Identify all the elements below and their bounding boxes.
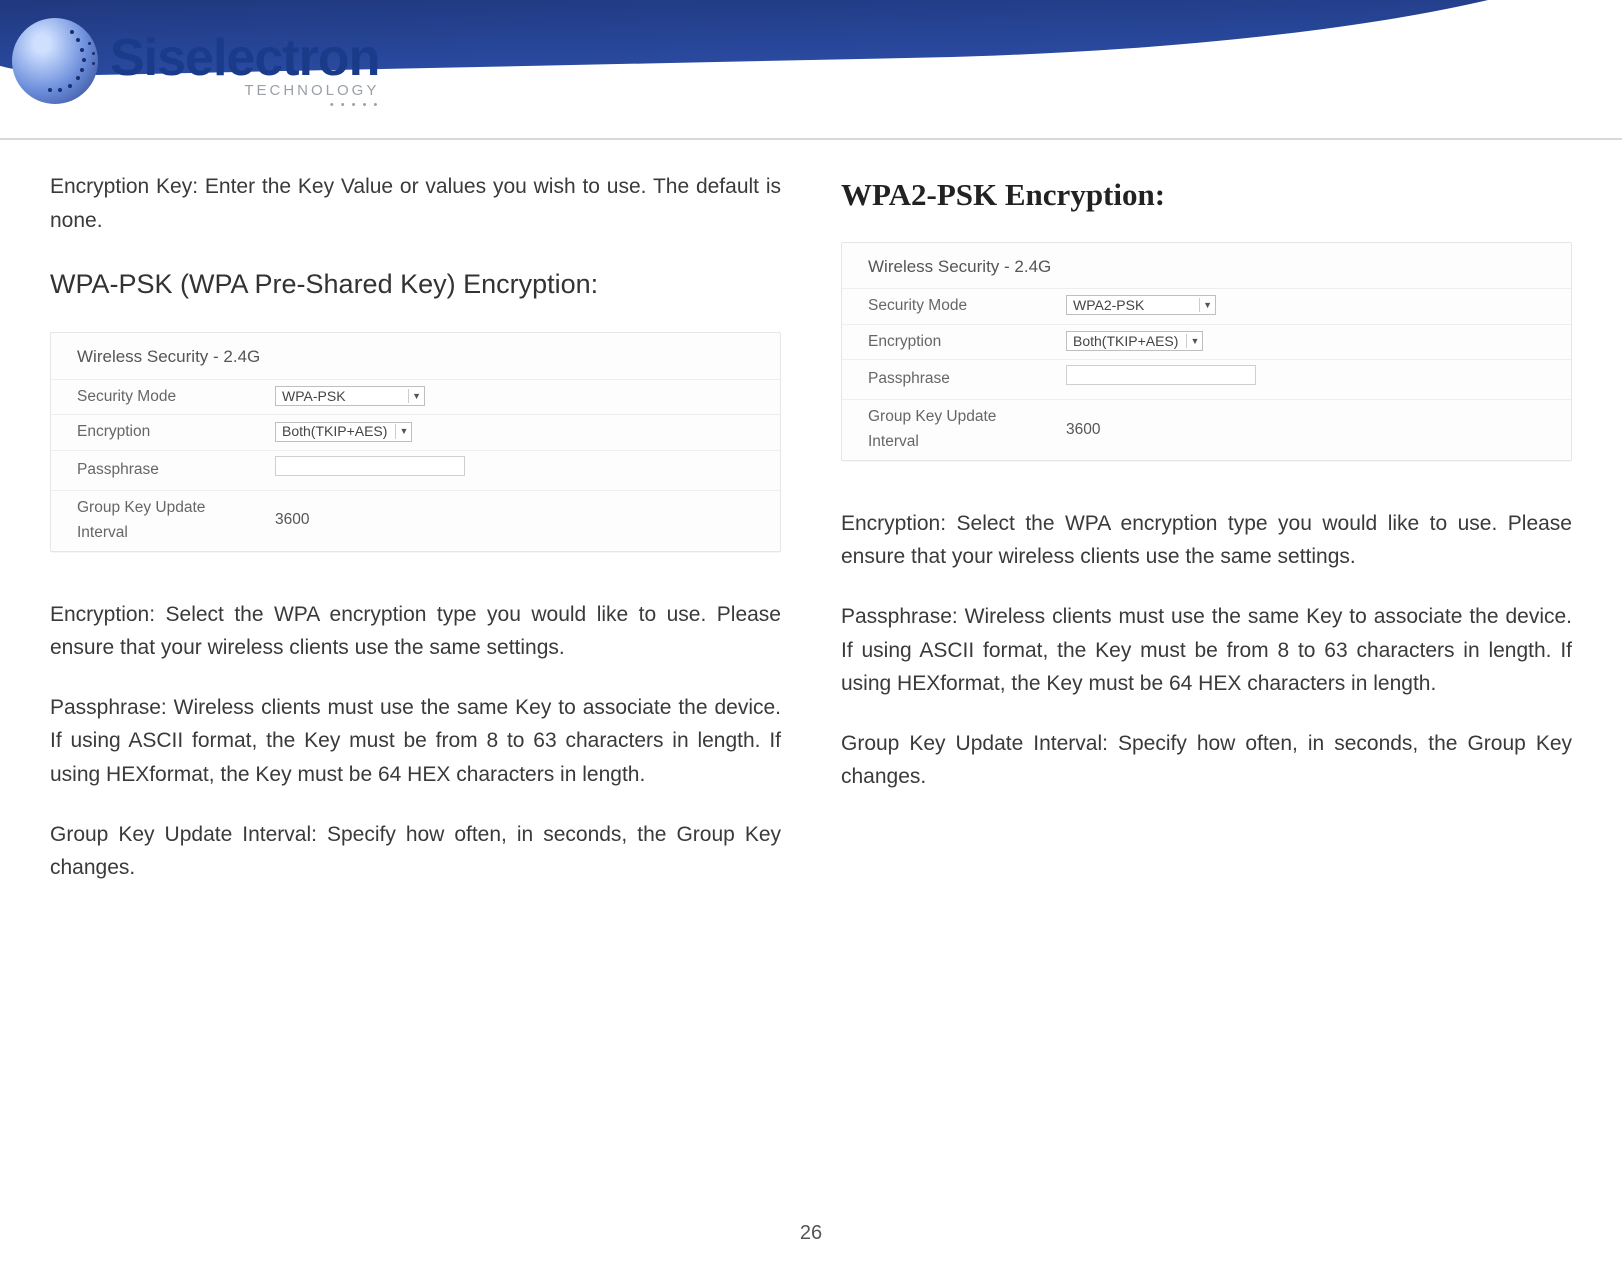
brand-logo: Siselectron TECHNOLOGY • • • • •	[12, 10, 379, 111]
table-row: Security Mode WPA2-PSK ▼	[842, 288, 1571, 324]
gkui-paragraph: Group Key Update Interval: Specify how o…	[841, 727, 1572, 794]
row-label: Encryption	[842, 324, 1052, 360]
passphrase-input[interactable]	[1066, 365, 1256, 385]
page-number: 26	[0, 1222, 1622, 1245]
left-column: Encryption Key: Enter the Key Value or v…	[50, 170, 781, 911]
wpa-psk-heading: WPA-PSK (WPA Pre-Shared Key) Encryption:	[50, 263, 781, 306]
wpa2-psk-heading: WPA2-PSK Encryption:	[841, 170, 1572, 220]
row-label: Encryption	[51, 415, 261, 451]
row-label: Passphrase	[51, 451, 261, 491]
select-value: WPA2-PSK	[1073, 294, 1144, 316]
settings-table: Security Mode WPA2-PSK ▼ Encryption	[842, 288, 1571, 460]
gkui-value: 3600	[1052, 400, 1571, 460]
settings-table: Security Mode WPA-PSK ▼ Encryption	[51, 379, 780, 551]
intro-paragraph: Encryption Key: Enter the Key Value or v…	[50, 170, 781, 237]
select-value: WPA-PSK	[282, 385, 346, 407]
content-area: Encryption Key: Enter the Key Value or v…	[0, 140, 1622, 911]
chevron-down-icon: ▼	[395, 424, 408, 438]
passphrase-paragraph: Passphrase: Wireless clients must use th…	[50, 691, 781, 792]
right-column: WPA2-PSK Encryption: Wireless Security -…	[841, 170, 1572, 911]
row-label: Security Mode	[51, 379, 261, 415]
document-page: Siselectron TECHNOLOGY • • • • • Encrypt…	[0, 0, 1622, 1271]
encryption-paragraph: Encryption: Select the WPA encryption ty…	[50, 598, 781, 665]
brand-name: Siselectron	[110, 28, 379, 88]
gkui-value: 3600	[261, 490, 780, 550]
wpa2-psk-screenshot: Wireless Security - 2.4G Security Mode W…	[841, 242, 1572, 461]
chevron-down-icon: ▼	[1186, 334, 1199, 348]
gkui-paragraph: Group Key Update Interval: Specify how o…	[50, 818, 781, 885]
wpa-psk-screenshot: Wireless Security - 2.4G Security Mode W…	[50, 332, 781, 551]
passphrase-input[interactable]	[275, 456, 465, 476]
table-row: Encryption Both(TKIP+AES) ▼	[842, 324, 1571, 360]
select-value: Both(TKIP+AES)	[282, 420, 387, 442]
table-row: Security Mode WPA-PSK ▼	[51, 379, 780, 415]
security-mode-select[interactable]: WPA2-PSK ▼	[1066, 295, 1216, 315]
table-row: Group Key Update Interval 3600	[51, 490, 780, 550]
table-row: Group Key Update Interval 3600	[842, 400, 1571, 460]
table-row: Passphrase	[51, 451, 780, 491]
encryption-select[interactable]: Both(TKIP+AES) ▼	[1066, 331, 1203, 351]
select-value: Both(TKIP+AES)	[1073, 330, 1178, 352]
row-label: Passphrase	[842, 360, 1052, 400]
encryption-paragraph: Encryption: Select the WPA encryption ty…	[841, 507, 1572, 574]
header-banner: Siselectron TECHNOLOGY • • • • •	[0, 0, 1622, 140]
table-row: Encryption Both(TKIP+AES) ▼	[51, 415, 780, 451]
globe-icon	[12, 18, 98, 104]
row-label: Group Key Update Interval	[842, 400, 1052, 460]
encryption-select[interactable]: Both(TKIP+AES) ▼	[275, 422, 412, 442]
passphrase-paragraph: Passphrase: Wireless clients must use th…	[841, 600, 1572, 701]
brand-dots: • • • • •	[110, 99, 379, 111]
shot-title: Wireless Security - 2.4G	[51, 333, 780, 378]
shot-title: Wireless Security - 2.4G	[842, 243, 1571, 288]
row-label: Group Key Update Interval	[51, 490, 261, 550]
security-mode-select[interactable]: WPA-PSK ▼	[275, 386, 425, 406]
chevron-down-icon: ▼	[1199, 298, 1212, 312]
row-label: Security Mode	[842, 288, 1052, 324]
chevron-down-icon: ▼	[408, 389, 421, 403]
table-row: Passphrase	[842, 360, 1571, 400]
